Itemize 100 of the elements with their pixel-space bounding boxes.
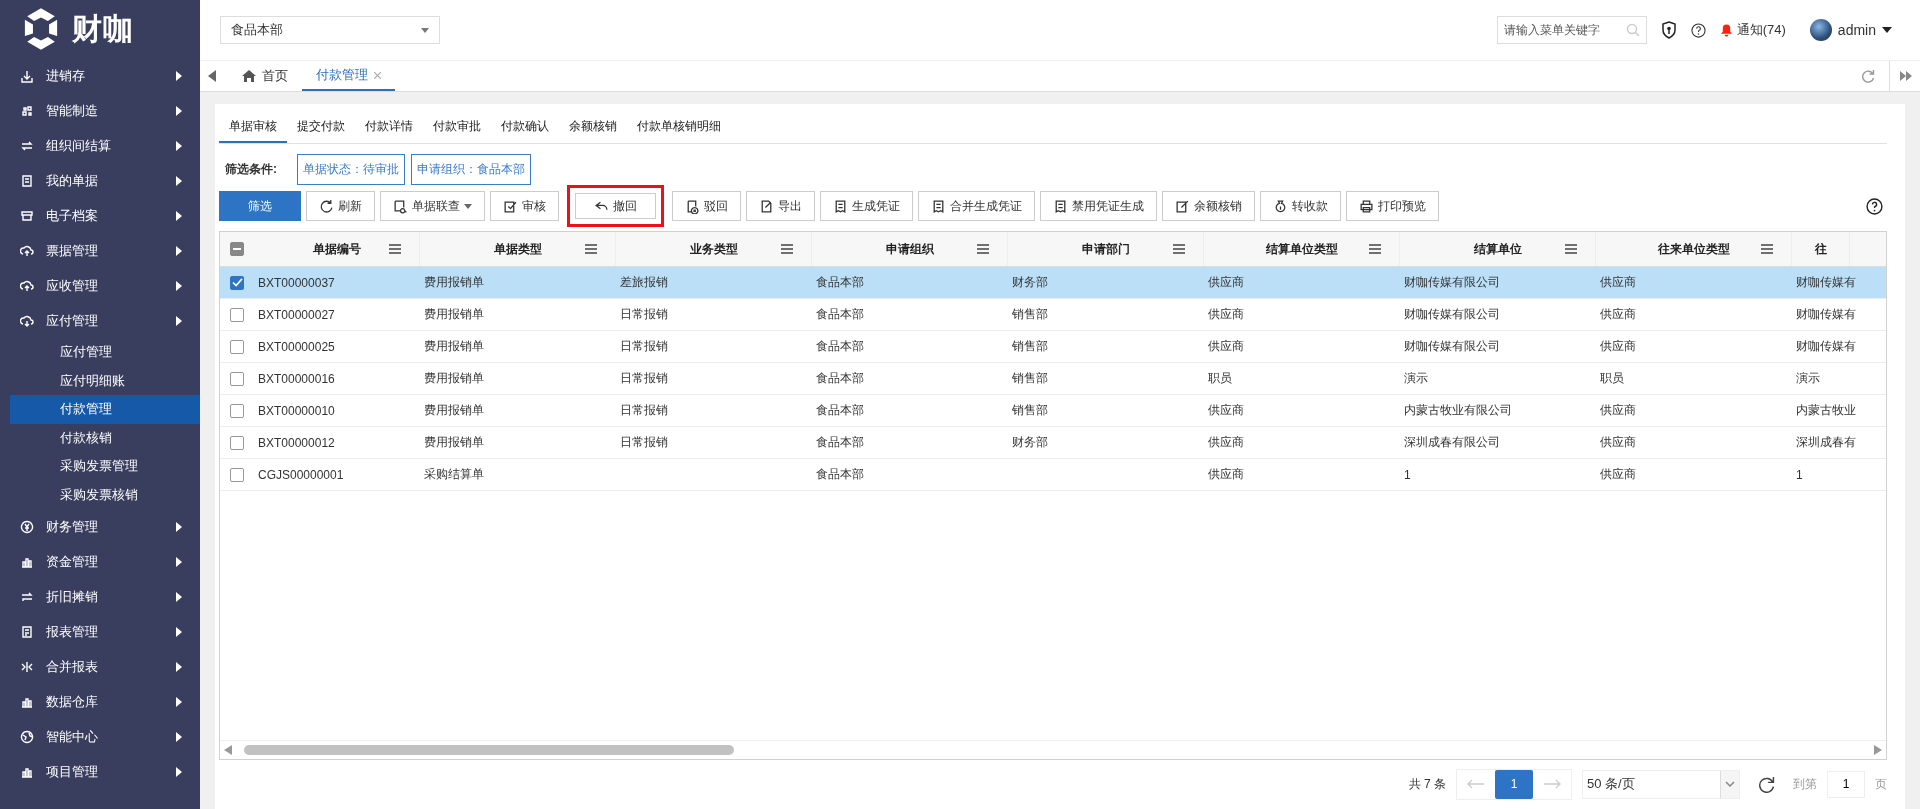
help-icon[interactable] <box>1690 22 1706 38</box>
row-checkbox[interactable] <box>230 339 244 354</box>
filter-tag[interactable]: 申请组织：食品本部 <box>411 154 531 185</box>
row-checkbox[interactable] <box>230 435 244 450</box>
sidebar-item[interactable]: 进销存 <box>0 58 200 93</box>
sidebar-subitem[interactable]: 应付明细账 <box>10 366 200 395</box>
column-menu-icon[interactable] <box>1369 244 1381 254</box>
menu-icon <box>20 278 34 293</box>
page-size-select[interactable]: 50 条/页 <box>1582 769 1740 799</box>
sub-tab[interactable]: 提交付款 <box>287 112 355 143</box>
column-menu-icon[interactable] <box>389 244 401 254</box>
sub-tab[interactable]: 单据审核 <box>219 112 287 143</box>
sidebar-item[interactable]: 资金管理 <box>0 544 200 579</box>
toolbar-button[interactable]: 驳回 <box>672 191 741 221</box>
toolbar-button[interactable]: 撤回 <box>567 185 664 227</box>
user-menu[interactable]: admin <box>1809 19 1892 41</box>
notification-link[interactable]: 通知(74) <box>1719 21 1786 39</box>
sidebar-item[interactable]: 智能制造 <box>0 93 200 128</box>
toolbar-button[interactable]: 单据联查 <box>380 191 485 221</box>
table-row[interactable]: BXT00000012 费用报销单 日常报销 食品本部 财务部 供应商 深圳成春有限公司 供应商 深圳成春有 <box>220 427 1886 459</box>
table-row[interactable]: BXT00000037 费用报销单 差旅报销 食品本部 财务部 供应商 财咖传媒有限公司 供应商 财咖传媒有 <box>220 267 1886 299</box>
toolbar-button[interactable]: 转收款 <box>1260 191 1341 221</box>
sidebar-item[interactable]: 应收管理 <box>0 268 200 303</box>
arrow-left-icon <box>1467 779 1485 790</box>
toolbar-button[interactable]: 刷新 <box>306 191 375 221</box>
column-header[interactable]: 结算单位 <box>1473 240 1522 258</box>
close-icon[interactable] <box>374 71 381 79</box>
column-menu-icon[interactable] <box>1173 244 1185 254</box>
column-menu-icon[interactable] <box>585 244 597 254</box>
toolbar-button[interactable]: 审核 <box>490 191 559 221</box>
column-menu-icon[interactable] <box>781 244 793 254</box>
toolbar-button[interactable]: 禁用凭证生成 <box>1040 191 1157 221</box>
select-all-checkbox[interactable] <box>230 242 244 256</box>
column-menu-icon[interactable] <box>1761 244 1773 254</box>
row-checkbox[interactable] <box>230 307 244 322</box>
column-header[interactable]: 结算单位类型 <box>1265 240 1338 258</box>
column-header[interactable]: 往来单位类型 <box>1657 240 1730 258</box>
sidebar-subitem[interactable]: 付款管理 <box>10 395 200 424</box>
sub-tab[interactable]: 付款确认 <box>491 112 559 143</box>
toolbar-button[interactable]: 筛选 <box>219 191 301 221</box>
sidebar-item[interactable]: 数据仓库 <box>0 684 200 719</box>
page-button[interactable]: 1 <box>1495 769 1533 799</box>
org-select[interactable]: 食品本部 <box>220 16 440 44</box>
table-row[interactable]: BXT00000010 费用报销单 日常报销 食品本部 销售部 供应商 内蒙古牧业有限公司 供应商 内蒙古牧业 <box>220 395 1886 427</box>
sidebar-item[interactable]: 财务管理 <box>0 509 200 544</box>
sidebar-subitem[interactable]: 采购发票核销 <box>10 480 200 509</box>
page-tab[interactable]: 首页 <box>228 61 302 91</box>
toolbar-button[interactable]: 余额核销 <box>1162 191 1255 221</box>
menu-icon <box>20 659 34 674</box>
toolbar-button[interactable]: 生成凭证 <box>820 191 913 221</box>
filter-tag[interactable]: 单据状态：待审批 <box>297 154 405 185</box>
sidebar-subitem[interactable]: 采购发票管理 <box>10 452 200 481</box>
sidebar-item[interactable]: 票据管理 <box>0 233 200 268</box>
refresh-icon[interactable] <box>1758 775 1775 793</box>
column-header[interactable]: 业务类型 <box>689 240 738 258</box>
help-icon[interactable] <box>1866 197 1883 215</box>
scroll-left-icon[interactable] <box>224 744 232 755</box>
shield-icon[interactable] <box>1660 21 1677 39</box>
column-header[interactable]: 单据类型 <box>493 240 542 258</box>
sidebar-item[interactable]: 报表管理 <box>0 614 200 649</box>
sidebar-item[interactable]: 我的单据 <box>0 163 200 198</box>
sidebar-item[interactable]: 电子档案 <box>0 198 200 233</box>
caret-icon <box>421 27 429 33</box>
toolbar-button[interactable]: 打印预览 <box>1346 191 1439 221</box>
search-field[interactable]: 请输入菜单关键字 <box>1496 16 1647 44</box>
scroll-right-icon[interactable] <box>1874 744 1882 755</box>
table-row[interactable]: CGJS00000001 采购结算单 食品本部 供应商 1 供应商 1 <box>220 459 1886 491</box>
row-checkbox[interactable] <box>230 275 244 290</box>
sub-tab[interactable]: 付款审批 <box>423 112 491 143</box>
toolbar-button[interactable]: 合并生成凭证 <box>918 191 1035 221</box>
scroll-right-icon[interactable] <box>1889 61 1912 91</box>
table-row[interactable]: BXT00000016 费用报销单 日常报销 食品本部 销售部 职员 演示 职员 演示 <box>220 363 1886 395</box>
goto-page-field[interactable]: 1 <box>1827 770 1865 798</box>
column-header[interactable]: 申请部门 <box>1081 240 1130 258</box>
button-icon <box>685 198 700 214</box>
column-menu-icon[interactable] <box>977 244 989 254</box>
row-checkbox[interactable] <box>230 403 244 418</box>
column-menu-icon[interactable] <box>1565 244 1577 254</box>
column-header[interactable]: 单据编号 <box>312 240 361 258</box>
sidebar-subitem[interactable]: 应付管理 <box>10 338 200 367</box>
sub-tab[interactable]: 付款单核销明细 <box>627 112 731 143</box>
sidebar-item[interactable]: 合并报表 <box>0 649 200 684</box>
sub-tab[interactable]: 余额核销 <box>559 112 627 143</box>
table-row[interactable]: BXT00000027 费用报销单 日常报销 食品本部 销售部 供应商 财咖传媒有限公司 供应商 财咖传媒有 <box>220 299 1886 331</box>
row-checkbox[interactable] <box>230 371 244 386</box>
sidebar-item[interactable]: 组织间结算 <box>0 128 200 163</box>
column-header[interactable]: 往 <box>1814 240 1827 258</box>
table-cell: 供应商 <box>1600 275 1636 289</box>
sidebar-item[interactable]: 应付管理 <box>0 303 200 338</box>
sidebar-item[interactable]: 折旧摊销 <box>0 579 200 614</box>
sub-tab[interactable]: 付款详情 <box>355 112 423 143</box>
sidebar-item[interactable]: 项目管理 <box>0 754 200 789</box>
toolbar-button[interactable]: 导出 <box>746 191 815 221</box>
sidebar-subitem[interactable]: 付款核销 <box>10 423 200 452</box>
scroll-left-icon[interactable] <box>208 70 216 82</box>
sidebar-item[interactable]: 智能中心 <box>0 719 200 754</box>
row-checkbox[interactable] <box>230 467 244 482</box>
column-header[interactable]: 申请组织 <box>885 240 934 258</box>
table-row[interactable]: BXT00000025 费用报销单 日常报销 食品本部 销售部 供应商 财咖传媒有限公司 供应商 财咖传媒有 <box>220 331 1886 363</box>
page-tab[interactable]: 付款管理 <box>302 61 395 91</box>
